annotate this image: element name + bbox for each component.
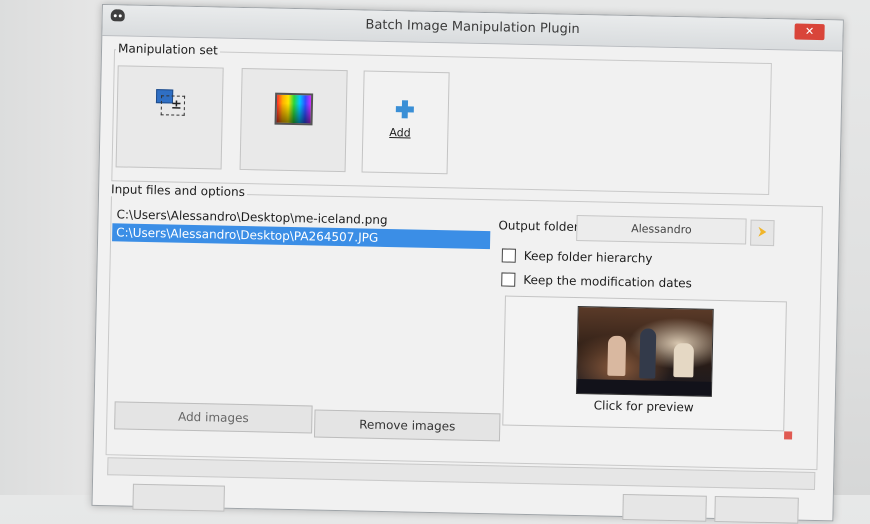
keep-folder-hierarchy-label: Keep folder hierarchy <box>523 248 653 266</box>
manipulation-resize-tile[interactable]: ± <box>115 65 224 170</box>
bottom-close-button[interactable] <box>714 495 799 524</box>
color-gradient-icon <box>274 92 314 126</box>
input-files-label: Input files and options <box>108 182 248 200</box>
bimp-window: Batch Image Manipulation Plugin ✕ Manipu… <box>91 4 844 524</box>
manipulation-set-label: Manipulation set <box>115 41 220 58</box>
keep-modification-dates-checkbox[interactable] <box>501 272 516 287</box>
choose-folder-button[interactable] <box>750 219 775 247</box>
output-folder-label: Output folder <box>498 218 579 235</box>
folder-arrow-icon <box>758 227 766 237</box>
bottom-action-button[interactable] <box>622 494 707 522</box>
preview-panel[interactable]: Click for preview <box>502 295 787 432</box>
resize-grip[interactable] <box>784 431 793 440</box>
add-icon <box>395 100 414 119</box>
remove-images-button[interactable]: Remove images <box>313 409 501 442</box>
preview-caption: Click for preview <box>593 398 694 415</box>
add-label: Add <box>389 126 411 140</box>
bottom-left-button[interactable] <box>132 483 225 512</box>
keep-folder-hierarchy-checkbox[interactable] <box>501 248 516 263</box>
manipulation-color-tile[interactable] <box>239 67 348 173</box>
output-folder-field[interactable]: Alessandro <box>576 214 747 245</box>
close-button[interactable]: ✕ <box>794 23 825 41</box>
preview-thumbnail[interactable] <box>575 306 714 397</box>
window-title: Batch Image Manipulation Plugin <box>365 17 580 38</box>
resize-icon: ± <box>155 89 187 116</box>
add-manipulation-button[interactable]: Add <box>361 70 450 175</box>
desktop-background <box>0 0 102 495</box>
add-images-button[interactable]: Add images <box>114 401 313 434</box>
